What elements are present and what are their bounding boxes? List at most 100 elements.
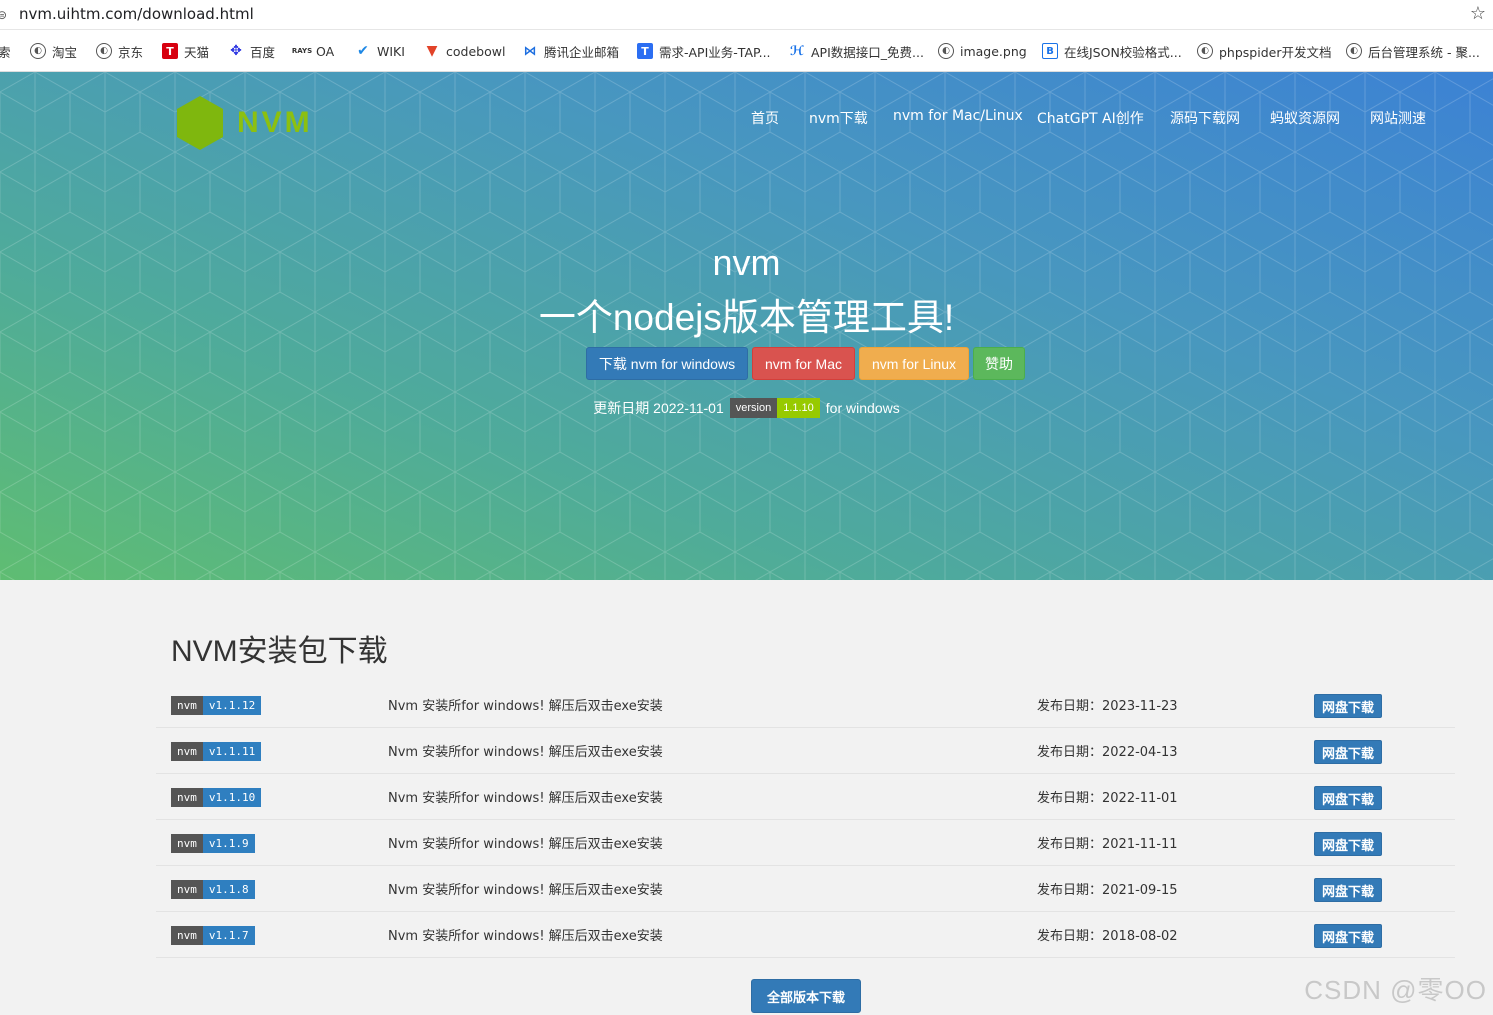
nav-chatgpt[interactable]: ChatGPT AI创作 xyxy=(1037,108,1144,128)
badge-label: nvm xyxy=(171,926,203,945)
update-date-text: 更新日期 2022-11-01 xyxy=(593,400,724,416)
api-icon: ℋ xyxy=(790,43,804,59)
row-description: Nvm 安装所for windows! 解压后双击exe安装 xyxy=(388,791,663,806)
badge-label: nvm xyxy=(171,880,203,899)
table-row: nvm v1.1.12 Nvm 安装所for windows! 解压后双击exe… xyxy=(156,682,1455,728)
badge-label: nvm xyxy=(171,788,203,807)
nav-source-download[interactable]: 源码下载网 xyxy=(1170,108,1240,128)
all-versions-download-button[interactable]: 全部版本下载 xyxy=(751,979,861,1013)
globe-icon: ◐ xyxy=(1197,43,1213,59)
nav-speed-test[interactable]: 网站测速 xyxy=(1370,108,1426,128)
netdisk-download-button[interactable]: 网盘下载 xyxy=(1314,740,1382,764)
badge-label: nvm xyxy=(171,696,203,715)
nvm-linux-button[interactable]: nvm for Linux xyxy=(859,347,969,380)
netdisk-download-button[interactable]: 网盘下载 xyxy=(1314,924,1382,948)
hero-title: nvm xyxy=(712,242,781,283)
netdisk-download-button[interactable]: 网盘下载 xyxy=(1314,786,1382,810)
hero-banner: NVM 首页 nvm下载 nvm for Mac/Linux ChatGPT A… xyxy=(0,72,1493,580)
netdisk-download-button[interactable]: 网盘下载 xyxy=(1314,694,1382,718)
check-icon: ✔ xyxy=(357,43,369,59)
row-description: Nvm 安装所for windows! 解压后双击exe安装 xyxy=(388,929,663,944)
browser-address-bar: ⊜ nvm.uihtm.com/download.html ☆ xyxy=(0,0,1493,30)
version-badge: nvm v1.1.11 xyxy=(171,742,262,761)
badge-version: v1.1.9 xyxy=(202,834,255,853)
row-date: 发布日期：2018-08-02 xyxy=(1037,929,1178,944)
nvm-mac-button[interactable]: nvm for Mac xyxy=(752,347,855,380)
bookmark-tmall[interactable]: T 天猫 xyxy=(162,42,209,60)
globe-icon: ◐ xyxy=(938,43,954,59)
version-badge: version 1.1.10 xyxy=(729,398,820,418)
version-badge: nvm v1.1.12 xyxy=(171,696,262,715)
version-badge: nvm v1.1.8 xyxy=(171,880,255,899)
row-description: Nvm 安装所for windows! 解压后双击exe安装 xyxy=(388,745,663,760)
nav-nvm-mac-linux[interactable]: nvm for Mac/Linux xyxy=(893,108,1023,124)
globe-icon: ◐ xyxy=(30,43,46,59)
oa-icon: RAYS xyxy=(291,47,313,55)
row-description: Nvm 安装所for windows! 解压后双击exe安装 xyxy=(388,699,663,714)
version-badge: nvm v1.1.10 xyxy=(171,788,262,807)
table-row: nvm v1.1.10 Nvm 安装所for windows! 解压后双击exe… xyxy=(156,774,1455,820)
badge-label: nvm xyxy=(171,834,203,853)
json-icon: B xyxy=(1042,43,1058,59)
bookmark-tapd[interactable]: T 需求-API业务-TAP... xyxy=(637,42,771,60)
version-badge-label: version xyxy=(729,398,778,418)
row-date: 发布日期：2021-09-15 xyxy=(1037,883,1178,898)
bookmark-overflow-fragment[interactable]: 索 xyxy=(0,42,11,60)
logo-text: NVM xyxy=(237,106,313,139)
update-info: 更新日期 2022-11-01 version 1.1.10 for windo… xyxy=(0,398,1493,418)
globe-icon: ◐ xyxy=(1346,43,1362,59)
table-row: nvm v1.1.9 Nvm 安装所for windows! 解压后双击exe安… xyxy=(156,820,1455,866)
tmall-icon: T xyxy=(162,43,178,59)
gitlab-icon: ▼ xyxy=(426,43,438,59)
row-description: Nvm 安装所for windows! 解压后双击exe安装 xyxy=(388,837,663,852)
bookmark-oa[interactable]: RAYS OA xyxy=(291,42,334,60)
badge-label: nvm xyxy=(171,742,203,761)
badge-version: v1.1.8 xyxy=(202,880,255,899)
update-platform-text: for windows xyxy=(825,400,900,416)
bookmark-codebowl[interactable]: ▼ codebowl xyxy=(424,42,506,60)
nav-home[interactable]: 首页 xyxy=(751,108,779,128)
table-row: nvm v1.1.11 Nvm 安装所for windows! 解压后双击exe… xyxy=(156,728,1455,774)
donate-button[interactable]: 赞助 xyxy=(973,347,1025,380)
table-row: nvm v1.1.8 Nvm 安装所for windows! 解压后双击exe安… xyxy=(156,866,1455,912)
bookmark-tencent-mail[interactable]: ⋈ 腾讯企业邮箱 xyxy=(522,42,620,60)
url-field[interactable]: nvm.uihtm.com/download.html xyxy=(19,5,254,23)
row-date: 发布日期：2021-11-11 xyxy=(1037,837,1178,852)
mail-icon: ⋈ xyxy=(523,43,537,59)
bookmark-jd[interactable]: ◐ 京东 xyxy=(96,42,143,60)
bookmark-taobao[interactable]: ◐ 淘宝 xyxy=(30,42,77,60)
bookmark-api-data[interactable]: ℋ API数据接口_免费... xyxy=(789,42,924,60)
site-logo[interactable]: NVM xyxy=(177,96,313,150)
downloads-title: NVM安装包下载 xyxy=(171,635,388,668)
version-badge-value: 1.1.10 xyxy=(777,398,820,418)
row-description: Nvm 安装所for windows! 解压后双击exe安装 xyxy=(388,883,663,898)
globe-icon: ◐ xyxy=(96,43,112,59)
bookmark-json-check[interactable]: B 在线JSON校验格式... xyxy=(1042,42,1182,60)
bookmark-star-icon[interactable]: ☆ xyxy=(1470,3,1486,24)
site-info-icon[interactable]: ⊜ xyxy=(0,8,7,22)
version-badge: nvm v1.1.9 xyxy=(171,834,255,853)
download-windows-button[interactable]: 下载 nvm for windows xyxy=(586,347,748,380)
version-badge: nvm v1.1.7 xyxy=(171,926,255,945)
netdisk-download-button[interactable]: 网盘下载 xyxy=(1314,832,1382,856)
netdisk-download-button[interactable]: 网盘下载 xyxy=(1314,878,1382,902)
bookmark-phpspider[interactable]: ◐ phpspider开发文档 xyxy=(1197,42,1331,60)
nav-nvm-download[interactable]: nvm下载 xyxy=(809,108,868,128)
badge-version: v1.1.11 xyxy=(202,742,262,761)
bookmark-image-png[interactable]: ◐ image.png xyxy=(938,42,1027,60)
bookmark-baidu[interactable]: ✥ 百度 xyxy=(228,42,275,60)
bookmark-admin-system[interactable]: ◐ 后台管理系统 - 聚... xyxy=(1346,42,1480,60)
csdn-watermark: CSDN @零OO xyxy=(1304,975,1487,1005)
bookmark-wiki[interactable]: ✔ WIKI xyxy=(355,42,405,60)
hero-subtitle: 一个nodejs版本管理工具! xyxy=(538,297,955,338)
row-date: 发布日期：2022-04-13 xyxy=(1037,745,1178,760)
table-row: nvm v1.1.7 Nvm 安装所for windows! 解压后双击exe安… xyxy=(156,912,1455,958)
row-date: 发布日期：2022-11-01 xyxy=(1037,791,1178,806)
badge-version: v1.1.12 xyxy=(202,696,262,715)
badge-version: v1.1.10 xyxy=(202,788,262,807)
badge-version: v1.1.7 xyxy=(202,926,255,945)
nav-ant-resources[interactable]: 蚂蚁资源网 xyxy=(1270,108,1340,128)
bookmarks-bar: 索 ◐ 淘宝 ◐ 京东 T 天猫 ✥ 百度 RAYS OA ✔ WIKI ▼ c… xyxy=(0,30,1493,72)
tapd-icon: T xyxy=(637,43,653,59)
nvm-hexagon-icon xyxy=(177,96,223,150)
